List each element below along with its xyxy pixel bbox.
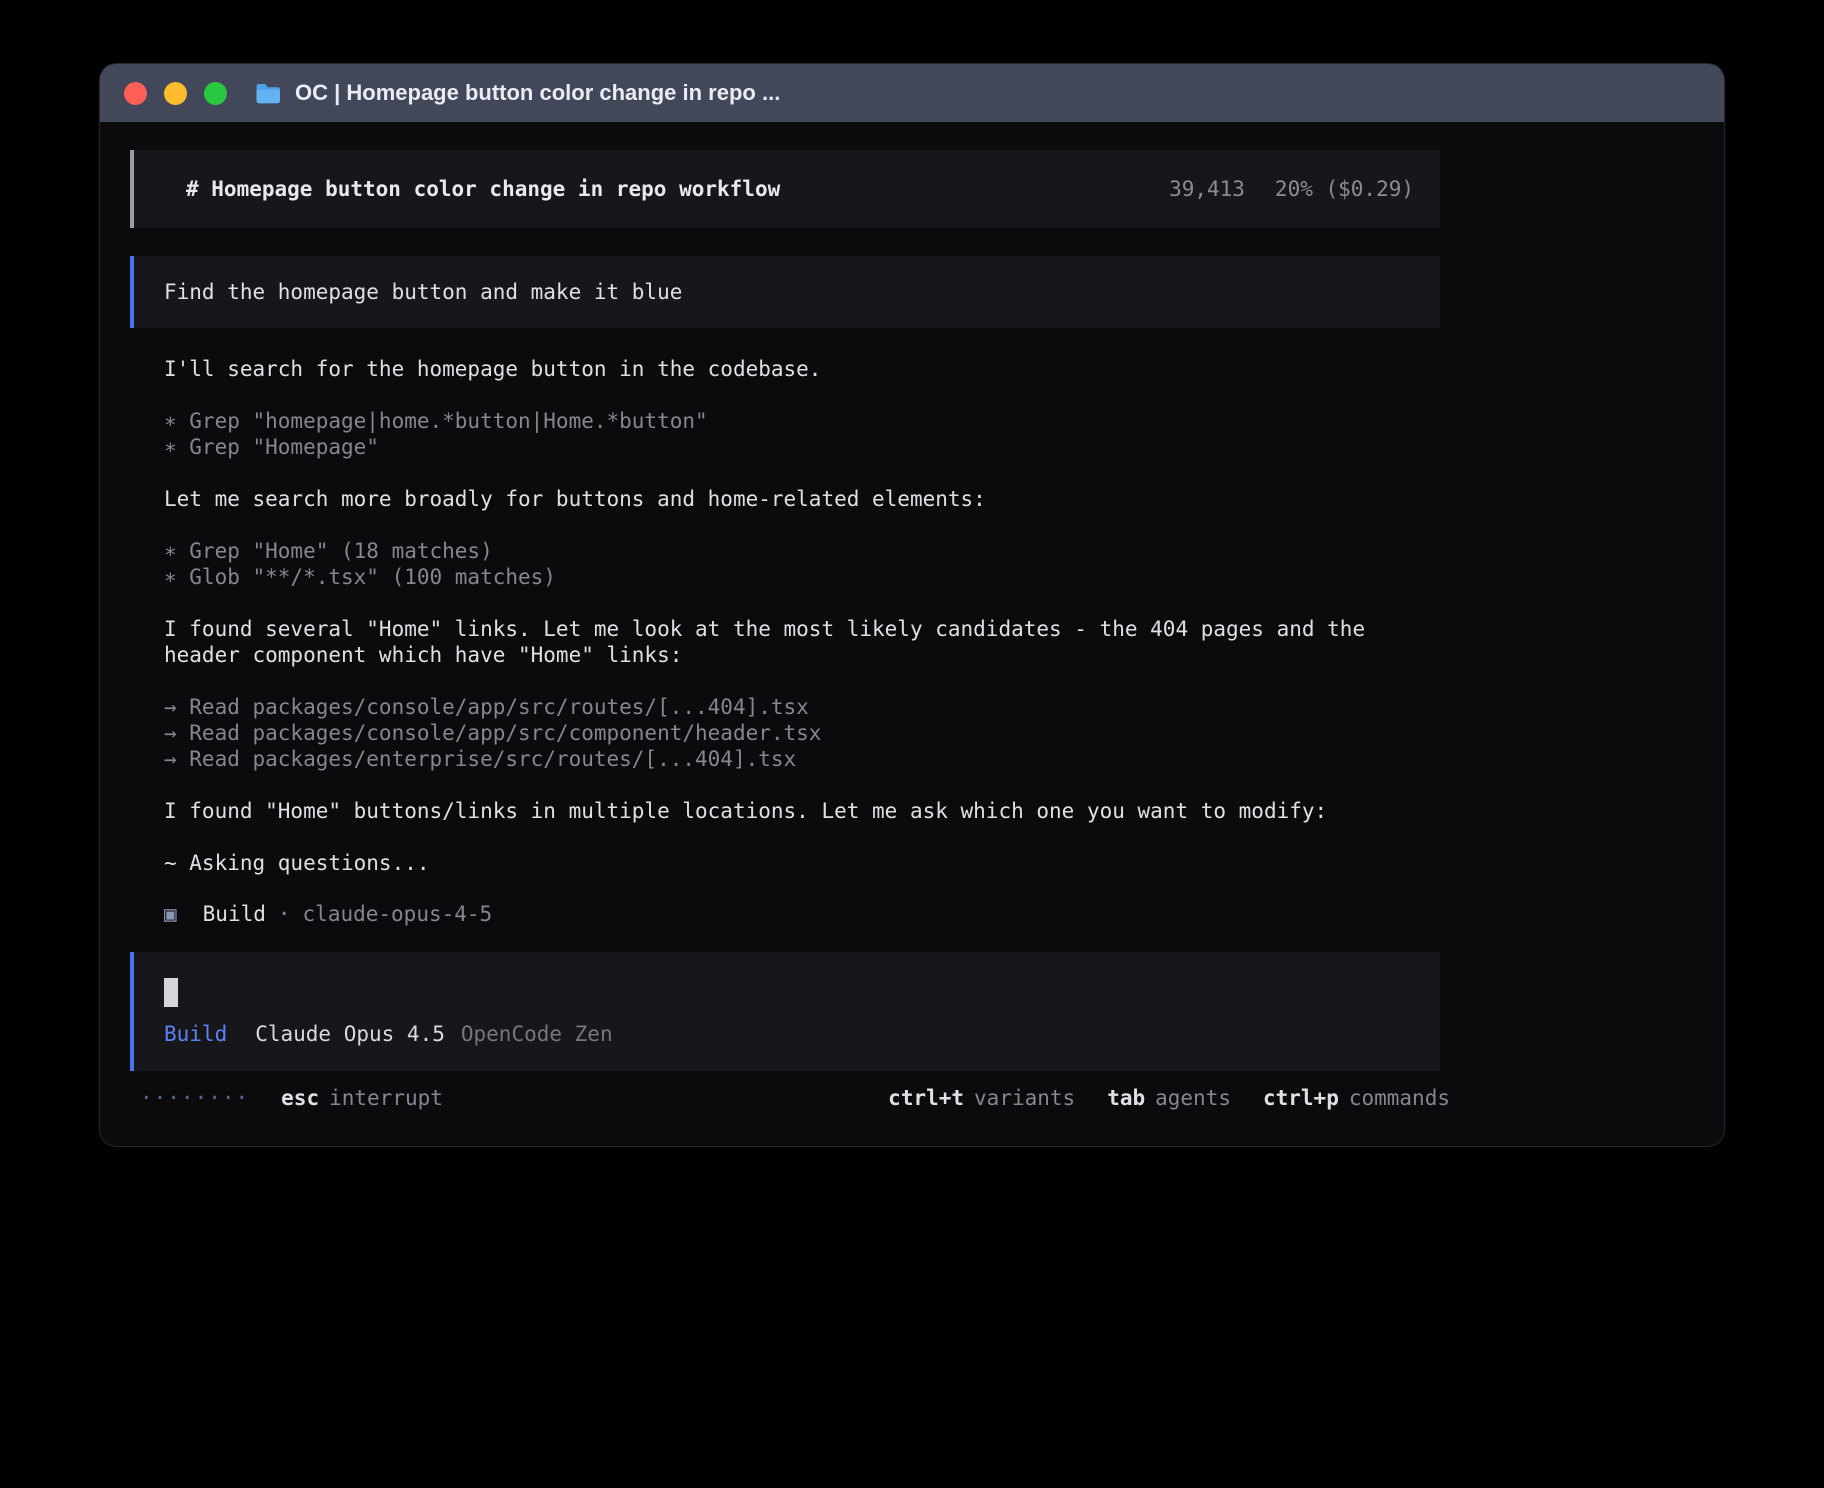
terminal-window: OC | Homepage button color change in rep… <box>100 64 1724 1146</box>
separator-dot: · <box>278 902 291 926</box>
tool-call: → Read packages/enterprise/src/routes/[.… <box>164 746 1440 772</box>
footer-bar: ········ esc interrupt ctrl+t variants t… <box>140 1085 1450 1111</box>
zoom-button[interactable] <box>204 82 227 105</box>
close-button[interactable] <box>124 82 147 105</box>
tool-call: → Read packages/console/app/src/componen… <box>164 720 1440 746</box>
traffic-lights <box>124 82 227 105</box>
mode-badge: Build <box>164 1021 227 1047</box>
terminal-content: # Homepage button color change in repo w… <box>100 122 1724 1111</box>
shortcut-variants: ctrl+t variants <box>888 1085 1075 1111</box>
session-header: # Homepage button color change in repo w… <box>130 150 1440 228</box>
key-ctrl-t-label: variants <box>974 1085 1075 1111</box>
text-cursor <box>164 978 178 1007</box>
key-tab: tab <box>1107 1085 1145 1111</box>
user-message: Find the homepage button and make it blu… <box>130 256 1440 328</box>
agent-model: claude-opus-4-5 <box>303 902 493 926</box>
key-ctrl-t: ctrl+t <box>888 1085 964 1111</box>
tool-call: ∗ Glob "**/*.tsx" (100 matches) <box>164 564 1440 590</box>
key-ctrl-p: ctrl+p <box>1263 1085 1339 1111</box>
assistant-text: I'll search for the homepage button in t… <box>164 356 1440 382</box>
key-esc-label: interrupt <box>329 1085 443 1111</box>
tool-call-group: ∗ Grep "Home" (18 matches) ∗ Glob "**/*.… <box>164 538 1440 590</box>
tool-call: ∗ Grep "homepage|home.*button|Home.*butt… <box>164 408 1440 434</box>
conversation: I'll search for the homepage button in t… <box>130 356 1440 876</box>
key-tab-label: agents <box>1155 1085 1231 1111</box>
assistant-text: Let me search more broadly for buttons a… <box>164 486 1440 512</box>
titlebar: OC | Homepage button color change in rep… <box>100 64 1724 122</box>
user-message-text: Find the homepage button and make it blu… <box>164 280 682 304</box>
shortcut-commands: ctrl+p commands <box>1263 1085 1450 1111</box>
assistant-text: I found "Home" buttons/links in multiple… <box>164 798 1440 824</box>
prompt-input[interactable]: Build Claude Opus 4.5 OpenCode Zen <box>130 952 1440 1071</box>
tool-call: ∗ Grep "Homepage" <box>164 434 1440 460</box>
context-cost: 20% ($0.29) <box>1275 175 1414 203</box>
assistant-text: I found several "Home" links. Let me loo… <box>164 616 1440 668</box>
status-line: ~ Asking questions... <box>164 850 1440 876</box>
folder-icon <box>255 82 282 104</box>
tool-call: → Read packages/console/app/src/routes/[… <box>164 694 1440 720</box>
input-status-line: Build Claude Opus 4.5 OpenCode Zen <box>164 1021 1414 1047</box>
window-title: OC | Homepage button color change in rep… <box>295 80 780 106</box>
shortcut-interrupt: esc interrupt <box>281 1085 443 1111</box>
tool-call-group: → Read packages/console/app/src/routes/[… <box>164 694 1440 772</box>
tool-call-group: ∗ Grep "homepage|home.*button|Home.*butt… <box>164 408 1440 460</box>
agent-name: Build <box>203 902 266 926</box>
session-stats: 39,413 20% ($0.29) <box>1169 175 1414 203</box>
agent-status-line: ▣ Build · claude-opus-4-5 <box>130 902 1440 926</box>
spinner-dots: ········ <box>140 1085 249 1111</box>
token-count: 39,413 <box>1169 175 1245 203</box>
session-title: # Homepage button color change in repo w… <box>186 175 780 203</box>
model-name: Claude Opus 4.5 <box>255 1021 445 1047</box>
tool-call: ∗ Grep "Home" (18 matches) <box>164 538 1440 564</box>
provider-name: OpenCode Zen <box>461 1021 613 1047</box>
shortcut-agents: tab agents <box>1107 1085 1231 1111</box>
minimize-button[interactable] <box>164 82 187 105</box>
key-ctrl-p-label: commands <box>1349 1085 1450 1111</box>
agent-icon: ▣ <box>164 902 177 926</box>
key-esc: esc <box>281 1085 319 1111</box>
